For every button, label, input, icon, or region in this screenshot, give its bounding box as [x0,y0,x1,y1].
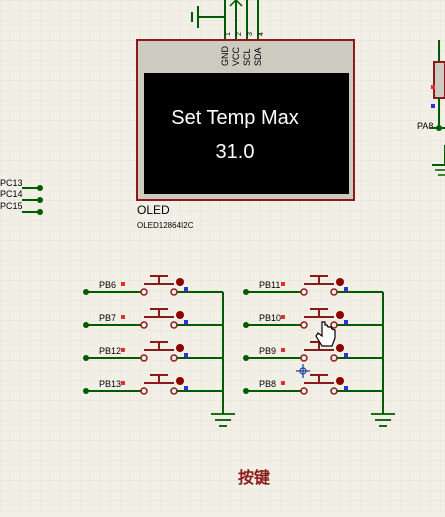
pin-3-number: 3 [247,32,254,36]
pin-2-number: 2 [236,32,243,36]
oled-line-2: 31.0 [216,141,255,163]
pin-vcc-label: VCC [231,46,241,66]
oled-line-1: Set Temp Max [171,107,298,129]
button-net-label: PB6 [99,280,116,290]
button-net-label: PB12 [99,346,121,356]
button-net-label: PB8 [259,379,276,389]
oled-part-name: OLED12864I2C [137,221,194,230]
pin-4-number: 4 [258,32,265,36]
oled-screen [144,73,349,194]
pin-1-number: 1 [225,32,232,36]
net-label-pa8: PA8 [417,121,433,131]
schematic-canvas[interactable]: Set Temp Max 31.0 GND VCC SCL SDA 1 2 3 … [0,0,445,512]
oled-label: OLED [137,203,170,217]
button-net-label: PB7 [99,313,116,323]
button-net-label: PB11 [259,280,280,290]
button-net-label: PB9 [259,346,276,356]
net-label-pc14: PC14 [0,189,23,199]
section-title: 按键 [238,468,270,487]
net-label-pc13: PC13 [0,178,23,188]
pin-scl-label: SCL [242,48,252,66]
button-net-label: PB13 [99,379,121,389]
pin-sda-label: SDA [253,47,263,66]
net-label-pc15: PC15 [0,201,23,211]
button-net-label: PB10 [259,313,281,323]
pin-gnd-label: GND [220,46,230,67]
